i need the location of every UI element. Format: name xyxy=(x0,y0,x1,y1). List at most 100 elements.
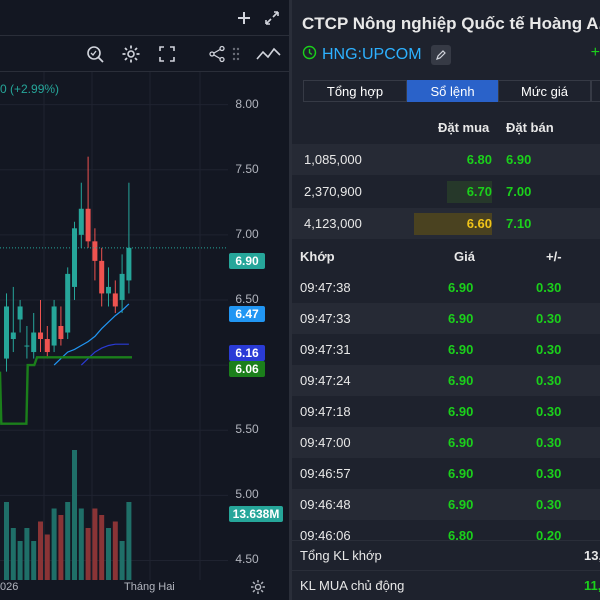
signal-tag: 6.06 xyxy=(229,361,265,377)
search-icon[interactable] xyxy=(82,36,108,72)
candle-body xyxy=(24,345,30,347)
bid-volume: 4,123,000 xyxy=(304,216,362,231)
axis-settings-icon[interactable] xyxy=(249,578,267,596)
trade-row[interactable]: 09:47:18 6.90 0.30 xyxy=(292,396,600,427)
drag-handle-icon[interactable] xyxy=(228,36,244,72)
date-label-year: 026 xyxy=(0,581,19,593)
trade-row[interactable]: 09:47:31 6.90 0.30 xyxy=(292,334,600,365)
candle-body xyxy=(44,339,50,353)
volume-bar xyxy=(72,450,77,580)
fullscreen-arrows-icon[interactable] xyxy=(259,0,285,36)
frame-icon[interactable] xyxy=(154,36,180,72)
candle-body xyxy=(112,293,118,307)
volume-bar xyxy=(10,528,16,580)
tab-order-book[interactable]: Sổ lệnh xyxy=(407,80,498,102)
order-book-row[interactable]: 1,085,000 6.80 6.90 xyxy=(292,144,600,175)
trade-price: 6.90 xyxy=(448,373,474,388)
board-tabs: Tổng hợp Sổ lệnh Mức giá xyxy=(303,80,600,102)
ask-price: 7.00 xyxy=(506,184,532,199)
trade-row[interactable]: 09:47:00 6.90 0.30 xyxy=(292,427,600,458)
indicator-wave-icon[interactable] xyxy=(254,36,284,72)
candle-body xyxy=(65,273,71,333)
trade-change-header: +/- xyxy=(546,249,562,264)
bid-volume: 2,370,900 xyxy=(304,184,362,199)
tab-more[interactable] xyxy=(591,80,600,102)
stock-title: CTCP Nông nghiệp Quốc tế Hoàng A... xyxy=(302,14,600,33)
price-axis-tick: 7.50 xyxy=(235,161,259,176)
tab-summary[interactable]: Tổng hợp xyxy=(303,80,407,102)
volume-bar xyxy=(51,508,57,580)
ma-long-line xyxy=(80,343,129,366)
trade-time: 09:47:18 xyxy=(300,404,351,419)
trade-row[interactable]: 09:47:33 6.90 0.30 xyxy=(292,303,600,334)
trade-row[interactable]: 09:47:24 6.90 0.30 xyxy=(292,365,600,396)
date-label-month: Tháng Hai xyxy=(124,581,175,593)
trades-header: Khớp Giá +/- xyxy=(292,241,600,272)
order-book-row[interactable]: 2,370,900 6.70 7.00 xyxy=(292,176,600,207)
trade-time: 09:46:48 xyxy=(300,497,351,512)
trade-price: 6.90 xyxy=(448,280,474,295)
summary-value: 13, xyxy=(584,548,600,563)
candle-body xyxy=(92,241,98,261)
volume-bar xyxy=(4,502,9,580)
volume-bar xyxy=(38,521,43,580)
price-change-right: + xyxy=(590,44,600,61)
bid-price: 6.70 xyxy=(466,184,492,199)
clock-icon xyxy=(302,45,317,65)
trade-time: 09:47:00 xyxy=(300,435,351,450)
summary-value: 11, xyxy=(584,578,600,593)
trade-row[interactable]: 09:46:48 6.90 0.30 xyxy=(292,489,600,520)
ma-short-tag: 6.47 xyxy=(229,306,265,322)
trade-price: 6.90 xyxy=(448,466,474,481)
signal-line xyxy=(0,356,132,425)
trade-time: 09:47:33 xyxy=(300,311,351,326)
volume-bar xyxy=(24,528,30,580)
trade-price-header: Giá xyxy=(454,249,475,264)
price-axis-tick: 5.00 xyxy=(235,487,259,502)
edit-pencil-icon[interactable] xyxy=(430,45,451,65)
ticker-symbol[interactable]: HNG:UPCOM xyxy=(322,46,422,64)
volume-bar xyxy=(85,528,91,580)
candle-body xyxy=(85,208,91,242)
trade-summary: Tổng KL khớp 13, KL MUA chủ động 11, xyxy=(292,540,600,600)
trade-time: 09:46:06 xyxy=(300,528,351,540)
order-book-row[interactable]: 4,123,000 6.60 7.10 xyxy=(292,208,600,239)
volume-bar xyxy=(78,508,84,580)
volume-bar xyxy=(31,541,37,580)
ask-price: 6.90 xyxy=(506,152,532,167)
bid-price: 6.80 xyxy=(466,152,492,167)
last-price-tag: 6.90 xyxy=(229,253,265,269)
price-axis-tick: 8.00 xyxy=(235,96,259,111)
share-icon[interactable] xyxy=(204,36,230,72)
summary-label: KL MUA chủ động xyxy=(300,578,405,593)
trade-change: 0.30 xyxy=(536,342,562,357)
chart-tools-row xyxy=(0,36,289,72)
trade-change: 0.20 xyxy=(536,528,562,540)
plus-icon[interactable] xyxy=(231,0,257,36)
volume-bar xyxy=(44,534,50,580)
gear-icon[interactable] xyxy=(118,36,144,72)
bid-header: Đặt mua xyxy=(438,120,490,135)
candle-body xyxy=(38,332,43,340)
trade-row[interactable]: 09:46:06 6.80 0.20 xyxy=(292,520,600,540)
candle-body xyxy=(4,306,9,359)
volume-bar xyxy=(99,515,105,580)
trade-row[interactable]: 09:47:38 6.90 0.30 xyxy=(292,272,600,303)
trade-price: 6.90 xyxy=(448,404,474,419)
candle-body xyxy=(126,247,132,281)
trade-time-header: Khớp xyxy=(300,249,335,264)
trade-time: 09:47:31 xyxy=(300,342,351,357)
trade-price: 6.90 xyxy=(448,497,474,512)
trade-change: 0.30 xyxy=(536,497,562,512)
trade-price: 6.80 xyxy=(448,528,474,540)
trade-price: 6.90 xyxy=(448,342,474,357)
trades-list[interactable]: 09:47:38 6.90 0.30 09:47:33 6.90 0.30 09:47:31… xyxy=(292,272,600,540)
tab-price-levels[interactable]: Mức giá xyxy=(498,80,591,102)
volume-bar xyxy=(65,502,71,580)
ask-header: Đặt bán xyxy=(506,120,554,135)
candle-body xyxy=(17,306,23,320)
trade-time: 09:47:38 xyxy=(300,280,351,295)
volume-bar xyxy=(92,508,98,580)
trade-row[interactable]: 09:46:57 6.90 0.30 xyxy=(292,458,600,489)
ticker-row: HNG:UPCOM xyxy=(302,44,451,66)
